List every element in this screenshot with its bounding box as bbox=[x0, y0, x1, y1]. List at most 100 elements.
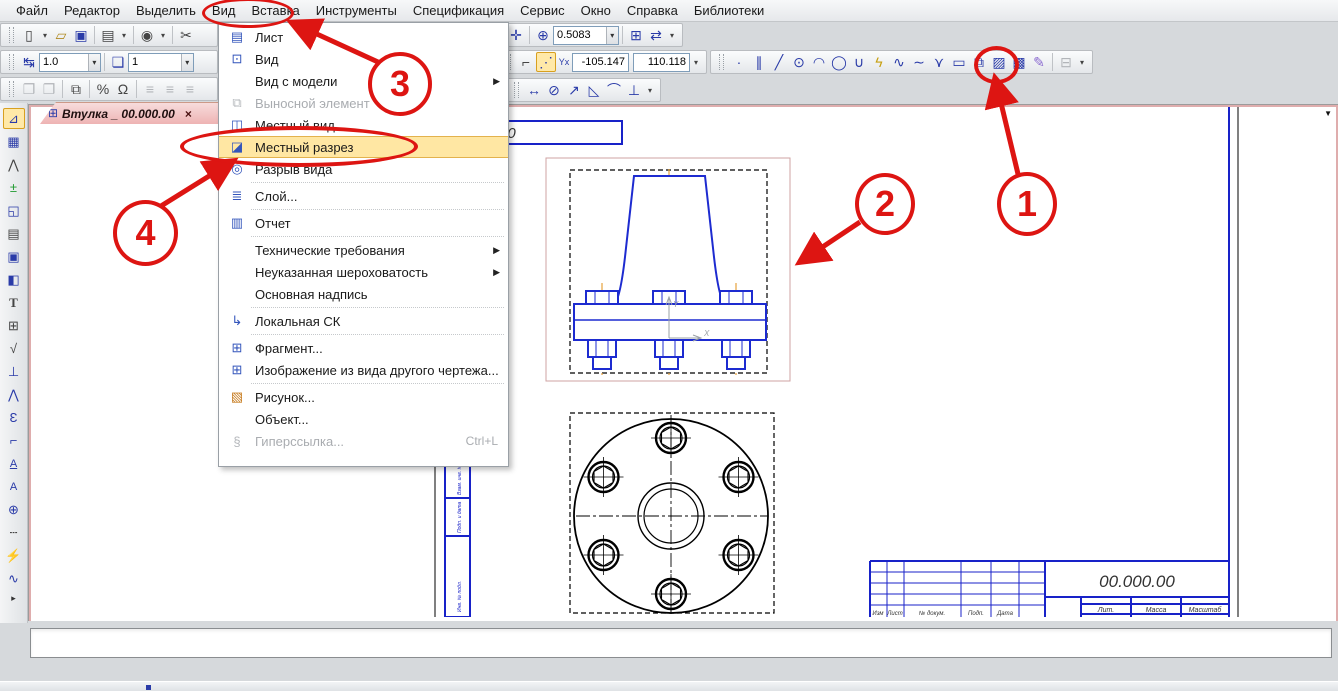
menu-specification[interactable]: Спецификация bbox=[405, 1, 512, 20]
coordinate-x-field[interactable]: -105.147 bbox=[572, 53, 629, 72]
menu-item-layer[interactable]: ≣Слой... bbox=[219, 185, 508, 207]
radial-dimension-icon[interactable]: ↗ bbox=[564, 80, 584, 100]
menu-item-image-from-other-drawing[interactable]: ⊞Изображение из вида другого чертежа... bbox=[219, 359, 508, 381]
arc-dimension-icon[interactable]: ⌒ bbox=[604, 80, 624, 100]
coords-overflow-icon[interactable]: ▾ bbox=[690, 52, 702, 72]
preview-dropdown-icon[interactable]: ▾ bbox=[157, 25, 169, 45]
menu-item-report[interactable]: ▥Отчет bbox=[219, 212, 508, 234]
scale-combo-dropdown-icon[interactable]: ▾ bbox=[88, 54, 100, 71]
rebuild-sheet-icon[interactable]: ⊞ bbox=[626, 25, 646, 45]
menu-item-view-from-model[interactable]: Вид с модели▶ bbox=[219, 70, 508, 92]
menu-item-tech-requirements[interactable]: Технические требования▶ bbox=[219, 239, 508, 261]
open-icon[interactable]: ▱ bbox=[51, 25, 71, 45]
circle-tool-icon[interactable]: ⊙ bbox=[789, 52, 809, 72]
document-tab[interactable]: ⊞ Втулка _ 00.000.00 × bbox=[40, 102, 236, 124]
coordinate-y-field[interactable]: 110.118 bbox=[633, 53, 690, 72]
nurbs-tool-icon[interactable]: ∪ bbox=[849, 52, 869, 72]
menu-item-title-block[interactable]: Основная надпись bbox=[219, 283, 508, 305]
text-tool-icon[interactable]: T bbox=[3, 292, 25, 313]
leader-tool-icon[interactable]: ⋀ bbox=[3, 384, 25, 405]
zoom-window-icon[interactable]: ⊕ bbox=[533, 25, 553, 45]
parameterization-panel-icon[interactable]: ◱ bbox=[3, 200, 25, 221]
new-document-icon[interactable]: ▯ bbox=[19, 25, 39, 45]
arc-tool-icon[interactable]: ◠ bbox=[809, 52, 829, 72]
linear-dimension-icon[interactable]: ↔ bbox=[524, 80, 544, 100]
measure-panel-icon[interactable]: ▤ bbox=[3, 223, 25, 244]
segment-tool-icon[interactable]: ╱ bbox=[769, 52, 789, 72]
base-dimension-icon[interactable]: ⊥ bbox=[624, 80, 644, 100]
menu-libraries[interactable]: Библиотеки bbox=[686, 1, 772, 20]
circle-leader-tool-icon[interactable]: ⊕ bbox=[3, 499, 25, 520]
layers-icon[interactable]: ❏ bbox=[108, 52, 128, 72]
menu-editor[interactable]: Редактор bbox=[56, 1, 128, 20]
refresh-view-icon[interactable]: ⇄ bbox=[646, 25, 666, 45]
pan-icon[interactable]: ✛ bbox=[506, 25, 526, 45]
dimensions-overflow-icon[interactable]: ▾ bbox=[644, 80, 656, 100]
cut-icon[interactable]: ✂ bbox=[176, 25, 196, 45]
diameter-dimension-icon[interactable]: ⊘ bbox=[544, 80, 564, 100]
percent-mark-icon[interactable]: % bbox=[93, 79, 113, 99]
zoom-scale-combo[interactable]: ▾ bbox=[553, 26, 619, 45]
wave-break-tool-icon[interactable]: ∿ bbox=[3, 568, 25, 589]
dimensions-panel-icon[interactable]: ▦ bbox=[3, 131, 25, 152]
roughness-tool-icon[interactable]: √ bbox=[3, 338, 25, 359]
layer-combo[interactable]: ▾ bbox=[128, 53, 194, 72]
position-arrow-icon[interactable]: A bbox=[3, 476, 25, 497]
callout-tool-icon[interactable]: ⌐ bbox=[3, 430, 25, 451]
marking-tool-icon[interactable]: Ɛ bbox=[3, 407, 25, 428]
zoom-scale-input[interactable] bbox=[554, 28, 606, 43]
menu-tools[interactable]: Инструменты bbox=[308, 1, 405, 20]
menu-item-picture[interactable]: ▧Рисунок... bbox=[219, 386, 508, 408]
editing-panel-icon[interactable]: ± bbox=[3, 177, 25, 198]
menu-item-object[interactable]: Объект... bbox=[219, 408, 508, 430]
message-bar[interactable] bbox=[30, 628, 1332, 658]
zoom-combo-dropdown-icon[interactable]: ▾ bbox=[606, 27, 618, 44]
toolbar-overflow-icon[interactable]: ▾ bbox=[666, 25, 678, 45]
scale-input[interactable] bbox=[40, 55, 88, 70]
menu-item-local-cs[interactable]: ↳Локальная СК bbox=[219, 310, 508, 332]
paste-special-icon[interactable]: ⧉ bbox=[66, 79, 86, 99]
menu-item-view[interactable]: ⊡Вид bbox=[219, 48, 508, 70]
designation-panel-icon[interactable]: ⋀ bbox=[3, 154, 25, 175]
print-preview-icon[interactable]: ◉ bbox=[137, 25, 157, 45]
menu-service[interactable]: Сервис bbox=[512, 1, 573, 20]
snap-mode-icon[interactable]: ⋰ bbox=[536, 52, 556, 72]
selection-panel-icon[interactable]: ▣ bbox=[3, 246, 25, 267]
menu-select[interactable]: Выделить bbox=[128, 1, 204, 20]
specification-panel-icon[interactable]: ◧ bbox=[3, 269, 25, 290]
scale-combo[interactable]: ▾ bbox=[39, 53, 101, 72]
parallel-line-tool-icon[interactable]: ∥ bbox=[749, 52, 769, 72]
brush-style-tool-icon[interactable]: ✎ bbox=[1029, 52, 1049, 72]
menu-item-fragment[interactable]: ⊞Фрагмент... bbox=[219, 337, 508, 359]
position-mark-icon[interactable]: A bbox=[3, 453, 25, 474]
rectangle-tool-icon[interactable]: ▭ bbox=[949, 52, 969, 72]
omega-symbol-icon[interactable]: Ω bbox=[113, 79, 133, 99]
chamfer-tool-icon[interactable]: ⋎ bbox=[929, 52, 949, 72]
geometry-panel-icon[interactable]: ⊿ bbox=[3, 108, 25, 129]
curve-tool-icon[interactable]: ∼ bbox=[909, 52, 929, 72]
print-dropdown-icon[interactable]: ▾ bbox=[118, 25, 130, 45]
menu-item-unspecified-roughness[interactable]: Неуказанная шероховатость▶ bbox=[219, 261, 508, 283]
menu-window[interactable]: Окно bbox=[573, 1, 619, 20]
document-tab-close-icon[interactable]: × bbox=[185, 107, 192, 121]
ellipse-tool-icon[interactable]: ◯ bbox=[829, 52, 849, 72]
dimension-style-icon[interactable]: ↹ bbox=[19, 52, 39, 72]
layer-input[interactable] bbox=[129, 55, 181, 70]
polyline-tool-icon[interactable]: ∿ bbox=[889, 52, 909, 72]
panel-expander-icon[interactable]: ▸ bbox=[11, 593, 16, 604]
datum-tool-icon[interactable]: ⊥ bbox=[3, 361, 25, 382]
centerline-tool-icon[interactable]: ┄ bbox=[3, 522, 25, 543]
new-document-dropdown-icon[interactable]: ▾ bbox=[39, 25, 51, 45]
angular-dimension-icon[interactable]: ◺ bbox=[584, 80, 604, 100]
table-tool-icon[interactable]: ⊞ bbox=[3, 315, 25, 336]
point-tool-icon[interactable]: · bbox=[729, 52, 749, 72]
print-icon[interactable]: ▤ bbox=[98, 25, 118, 45]
menu-help[interactable]: Справка bbox=[619, 1, 686, 20]
geometry-overflow-icon[interactable]: ▾ bbox=[1076, 52, 1088, 72]
layer-combo-dropdown-icon[interactable]: ▾ bbox=[181, 54, 193, 71]
menu-item-sheet[interactable]: ▤Лист bbox=[219, 26, 508, 48]
menu-file[interactable]: Файл bbox=[8, 1, 56, 20]
corner-mode-icon[interactable]: ⌐ bbox=[516, 52, 536, 72]
save-icon[interactable]: ▣ bbox=[71, 25, 91, 45]
autoaxis-tool-icon[interactable]: ⚡ bbox=[3, 545, 25, 566]
